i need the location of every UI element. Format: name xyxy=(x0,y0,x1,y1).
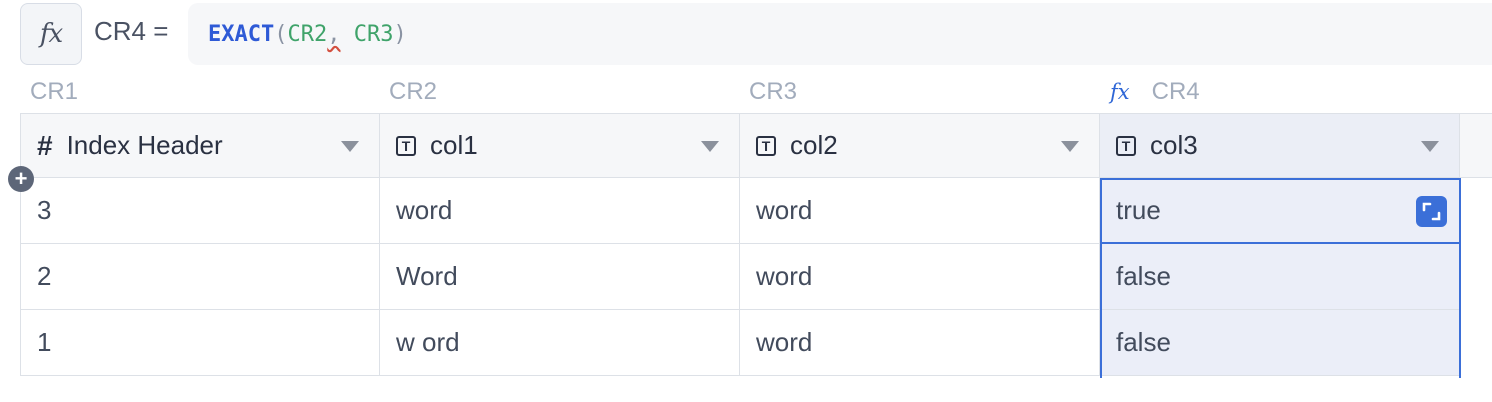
table-cell[interactable]: word xyxy=(740,310,1100,376)
table-row: 3 word word true xyxy=(20,178,1460,244)
column-ref-cr2: CR2 xyxy=(389,78,438,105)
column-ref-cr1: CR1 xyxy=(30,78,79,105)
table-cell[interactable]: 2 xyxy=(20,244,380,310)
column-ref-cr3: CR3 xyxy=(749,78,798,105)
table-cell[interactable]: false xyxy=(1100,310,1460,376)
fx-icon: fx xyxy=(39,19,63,49)
formula-close-paren: ) xyxy=(393,21,407,47)
table-cell[interactable]: true xyxy=(1100,178,1460,244)
table-cell[interactable]: 1 xyxy=(20,310,380,376)
data-table: # Index Header T col1 T col2 T col3 3 wo… xyxy=(20,113,1460,376)
formula-function: EXACT xyxy=(208,21,275,47)
column-header-col2[interactable]: T col2 xyxy=(740,113,1100,178)
column-ref-cr4: fx CR4 xyxy=(1110,78,1200,106)
column-header-label: col2 xyxy=(790,130,838,160)
table-cell[interactable]: word xyxy=(380,178,740,244)
plus-icon: + xyxy=(14,166,28,191)
table-row: 2 Word word false xyxy=(20,244,1460,310)
text-type-icon: T xyxy=(396,135,416,156)
formula-input[interactable]: EXACT(CR2, CR3) xyxy=(188,3,1492,65)
table-cell[interactable]: word xyxy=(740,178,1100,244)
text-type-icon: T xyxy=(756,135,776,156)
hash-icon: # xyxy=(37,129,53,161)
column-header-label: col3 xyxy=(1150,130,1198,160)
formula-arg-1: CR2 xyxy=(287,21,328,47)
column-header-col1[interactable]: T col1 xyxy=(380,113,740,178)
formula-target-label: CR4 = xyxy=(94,16,169,46)
table-cell[interactable]: word xyxy=(740,244,1100,310)
table-cell[interactable]: 3 xyxy=(20,178,380,244)
formula-arg-2: CR3 xyxy=(353,21,394,47)
formula-comma: , xyxy=(327,21,341,47)
dropdown-caret-icon[interactable] xyxy=(341,141,359,152)
column-header-col3[interactable]: T col3 xyxy=(1100,113,1460,178)
column-header-index[interactable]: # Index Header xyxy=(20,113,380,178)
header-filler xyxy=(1460,113,1492,178)
add-row-button[interactable]: + xyxy=(8,166,34,192)
dropdown-caret-icon[interactable] xyxy=(701,141,719,152)
formula-fx-button[interactable]: fx xyxy=(20,3,82,65)
column-header-label: col1 xyxy=(430,130,478,160)
column-ref-cr4-label: CR4 xyxy=(1151,78,1200,105)
dropdown-caret-icon[interactable] xyxy=(1061,141,1079,152)
text-type-icon: T xyxy=(1116,135,1136,156)
dropdown-caret-icon[interactable] xyxy=(1421,141,1439,152)
expand-cell-button[interactable] xyxy=(1416,196,1447,227)
expand-icon xyxy=(1422,202,1441,221)
column-header-label: Index Header xyxy=(66,130,223,160)
table-row: 1 w ord word false xyxy=(20,310,1460,376)
table-cell[interactable]: Word xyxy=(380,244,740,310)
header-row: # Index Header T col1 T col2 T col3 xyxy=(20,113,1460,178)
table-cell[interactable]: false xyxy=(1100,244,1460,310)
formula-column-fx-icon: fx xyxy=(1110,80,1130,104)
table-cell[interactable]: w ord xyxy=(380,310,740,376)
formula-open-paren: ( xyxy=(274,21,288,47)
